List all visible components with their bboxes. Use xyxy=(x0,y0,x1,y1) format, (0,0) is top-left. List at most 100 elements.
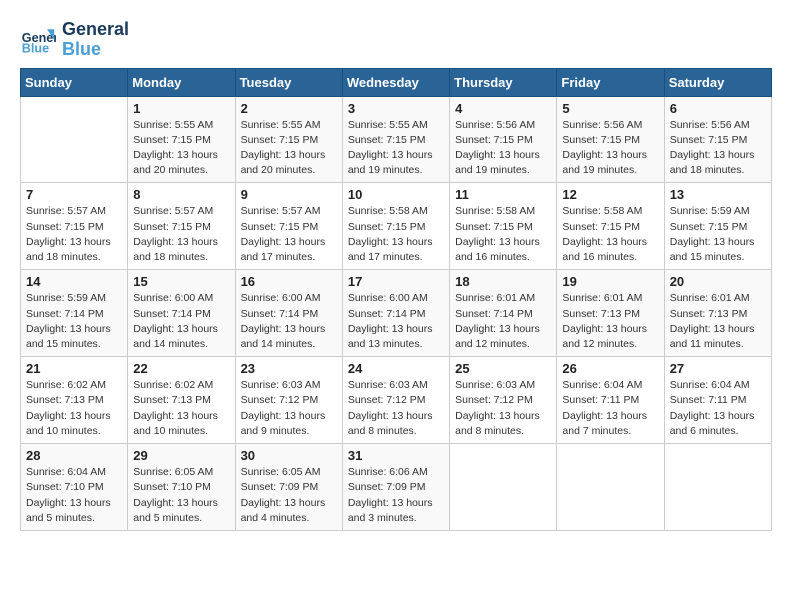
day-number: 27 xyxy=(670,361,766,376)
calendar-week-row: 1Sunrise: 5:55 AMSunset: 7:15 PMDaylight… xyxy=(21,96,772,183)
day-info: Sunrise: 5:59 AMSunset: 7:15 PMDaylight:… xyxy=(670,204,766,265)
calendar-cell: 4 Sunrise: 5:56 AMSunset: 7:15 PMDaylight… xyxy=(450,96,557,183)
calendar-cell xyxy=(664,444,771,531)
day-info: Sunrise: 6:02 AMSunset: 7:13 PMDaylight:… xyxy=(26,378,122,439)
day-info: Sunrise: 6:03 AMSunset: 7:12 PMDaylight:… xyxy=(241,378,337,439)
day-info: Sunrise: 5:57 AMSunset: 7:15 PMDaylight:… xyxy=(241,204,337,265)
day-info: Sunrise: 5:59 AMSunset: 7:14 PMDaylight:… xyxy=(26,291,122,352)
day-info: Sunrise: 6:06 AMSunset: 7:09 PMDaylight:… xyxy=(348,465,444,526)
calendar-cell: 1Sunrise: 5:55 AMSunset: 7:15 PMDaylight… xyxy=(128,96,235,183)
day-header: Tuesday xyxy=(235,68,342,96)
day-number: 10 xyxy=(348,187,444,202)
calendar-cell xyxy=(21,96,128,183)
calendar-cell: 25 Sunrise: 6:03 AMSunset: 7:12 PMDayligh… xyxy=(450,357,557,444)
day-number: 4 xyxy=(455,101,551,116)
day-info: Sunrise: 6:01 AMSunset: 7:13 PMDaylight:… xyxy=(670,291,766,352)
calendar: SundayMondayTuesdayWednesdayThursdayFrid… xyxy=(20,68,772,531)
day-number: 30 xyxy=(241,448,337,463)
day-info: Sunrise: 5:57 AMSunset: 7:15 PMDaylight:… xyxy=(133,204,229,265)
day-number: 11 xyxy=(455,187,551,202)
day-number: 23 xyxy=(241,361,337,376)
calendar-cell: 18Sunrise: 6:01 AMSunset: 7:14 PMDayligh… xyxy=(450,270,557,357)
calendar-cell: 22 Sunrise: 6:02 AMSunset: 7:13 PMDayligh… xyxy=(128,357,235,444)
calendar-cell xyxy=(557,444,664,531)
day-number: 15 xyxy=(133,274,229,289)
day-number: 12 xyxy=(562,187,658,202)
calendar-cell: 5 Sunrise: 5:56 AMSunset: 7:15 PMDaylight… xyxy=(557,96,664,183)
day-header: Sunday xyxy=(21,68,128,96)
calendar-cell: 28 Sunrise: 6:04 AMSunset: 7:10 PMDayligh… xyxy=(21,444,128,531)
calendar-week-row: 21 Sunrise: 6:02 AMSunset: 7:13 PMDayligh… xyxy=(21,357,772,444)
calendar-cell: 19Sunrise: 6:01 AMSunset: 7:13 PMDayligh… xyxy=(557,270,664,357)
day-number: 28 xyxy=(26,448,122,463)
day-number: 6 xyxy=(670,101,766,116)
day-info: Sunrise: 5:55 AMSunset: 7:15 PMDaylight:… xyxy=(241,118,337,179)
calendar-cell: 9 Sunrise: 5:57 AMSunset: 7:15 PMDaylight… xyxy=(235,183,342,270)
day-header: Saturday xyxy=(664,68,771,96)
day-header: Wednesday xyxy=(342,68,449,96)
day-info: Sunrise: 6:00 AMSunset: 7:14 PMDaylight:… xyxy=(133,291,229,352)
day-info: Sunrise: 5:56 AMSunset: 7:15 PMDaylight:… xyxy=(455,118,551,179)
day-number: 26 xyxy=(562,361,658,376)
day-number: 20 xyxy=(670,274,766,289)
calendar-cell xyxy=(450,444,557,531)
day-number: 21 xyxy=(26,361,122,376)
day-info: Sunrise: 6:04 AMSunset: 7:11 PMDaylight:… xyxy=(670,378,766,439)
day-number: 22 xyxy=(133,361,229,376)
day-number: 16 xyxy=(241,274,337,289)
calendar-cell: 17Sunrise: 6:00 AMSunset: 7:14 PMDayligh… xyxy=(342,270,449,357)
calendar-body: 1Sunrise: 5:55 AMSunset: 7:15 PMDaylight… xyxy=(21,96,772,530)
logo: General Blue GeneralBlue xyxy=(20,20,129,60)
day-number: 29 xyxy=(133,448,229,463)
calendar-week-row: 14Sunrise: 5:59 AMSunset: 7:14 PMDayligh… xyxy=(21,270,772,357)
calendar-cell: 14Sunrise: 5:59 AMSunset: 7:14 PMDayligh… xyxy=(21,270,128,357)
day-number: 9 xyxy=(241,187,337,202)
day-info: Sunrise: 5:56 AMSunset: 7:15 PMDaylight:… xyxy=(562,118,658,179)
logo-icon: General Blue xyxy=(20,22,56,58)
day-info: Sunrise: 5:55 AMSunset: 7:15 PMDaylight:… xyxy=(133,118,229,179)
day-info: Sunrise: 6:04 AMSunset: 7:11 PMDaylight:… xyxy=(562,378,658,439)
logo-text: GeneralBlue xyxy=(62,20,129,60)
calendar-cell: 29Sunrise: 6:05 AMSunset: 7:10 PMDayligh… xyxy=(128,444,235,531)
calendar-header-row: SundayMondayTuesdayWednesdayThursdayFrid… xyxy=(21,68,772,96)
calendar-cell: 7 Sunrise: 5:57 AMSunset: 7:15 PMDaylight… xyxy=(21,183,128,270)
calendar-cell: 10 Sunrise: 5:58 AMSunset: 7:15 PMDayligh… xyxy=(342,183,449,270)
calendar-cell: 13 Sunrise: 5:59 AMSunset: 7:15 PMDayligh… xyxy=(664,183,771,270)
calendar-cell: 23 Sunrise: 6:03 AMSunset: 7:12 PMDayligh… xyxy=(235,357,342,444)
day-info: Sunrise: 6:03 AMSunset: 7:12 PMDaylight:… xyxy=(348,378,444,439)
day-info: Sunrise: 5:58 AMSunset: 7:15 PMDaylight:… xyxy=(348,204,444,265)
day-info: Sunrise: 6:05 AMSunset: 7:09 PMDaylight:… xyxy=(241,465,337,526)
day-info: Sunrise: 6:03 AMSunset: 7:12 PMDaylight:… xyxy=(455,378,551,439)
calendar-cell: 20 Sunrise: 6:01 AMSunset: 7:13 PMDayligh… xyxy=(664,270,771,357)
day-info: Sunrise: 6:02 AMSunset: 7:13 PMDaylight:… xyxy=(133,378,229,439)
day-number: 19 xyxy=(562,274,658,289)
calendar-cell: 16 Sunrise: 6:00 AMSunset: 7:14 PMDayligh… xyxy=(235,270,342,357)
day-info: Sunrise: 5:58 AMSunset: 7:15 PMDaylight:… xyxy=(455,204,551,265)
calendar-cell: 15 Sunrise: 6:00 AMSunset: 7:14 PMDayligh… xyxy=(128,270,235,357)
calendar-cell: 6 Sunrise: 5:56 AMSunset: 7:15 PMDaylight… xyxy=(664,96,771,183)
calendar-cell: 24 Sunrise: 6:03 AMSunset: 7:12 PMDayligh… xyxy=(342,357,449,444)
svg-text:Blue: Blue xyxy=(22,41,49,55)
header: General Blue GeneralBlue xyxy=(20,20,772,60)
calendar-week-row: 7 Sunrise: 5:57 AMSunset: 7:15 PMDaylight… xyxy=(21,183,772,270)
calendar-cell: 8 Sunrise: 5:57 AMSunset: 7:15 PMDaylight… xyxy=(128,183,235,270)
day-info: Sunrise: 6:04 AMSunset: 7:10 PMDaylight:… xyxy=(26,465,122,526)
day-info: Sunrise: 5:56 AMSunset: 7:15 PMDaylight:… xyxy=(670,118,766,179)
day-number: 24 xyxy=(348,361,444,376)
day-number: 2 xyxy=(241,101,337,116)
day-number: 31 xyxy=(348,448,444,463)
day-header: Thursday xyxy=(450,68,557,96)
day-header: Friday xyxy=(557,68,664,96)
calendar-cell: 2 Sunrise: 5:55 AMSunset: 7:15 PMDaylight… xyxy=(235,96,342,183)
day-number: 8 xyxy=(133,187,229,202)
day-number: 5 xyxy=(562,101,658,116)
day-info: Sunrise: 6:00 AMSunset: 7:14 PMDaylight:… xyxy=(241,291,337,352)
day-number: 25 xyxy=(455,361,551,376)
day-info: Sunrise: 6:00 AMSunset: 7:14 PMDaylight:… xyxy=(348,291,444,352)
calendar-week-row: 28 Sunrise: 6:04 AMSunset: 7:10 PMDayligh… xyxy=(21,444,772,531)
day-number: 3 xyxy=(348,101,444,116)
calendar-cell: 3Sunrise: 5:55 AMSunset: 7:15 PMDaylight… xyxy=(342,96,449,183)
day-number: 7 xyxy=(26,187,122,202)
day-number: 13 xyxy=(670,187,766,202)
day-info: Sunrise: 5:57 AMSunset: 7:15 PMDaylight:… xyxy=(26,204,122,265)
